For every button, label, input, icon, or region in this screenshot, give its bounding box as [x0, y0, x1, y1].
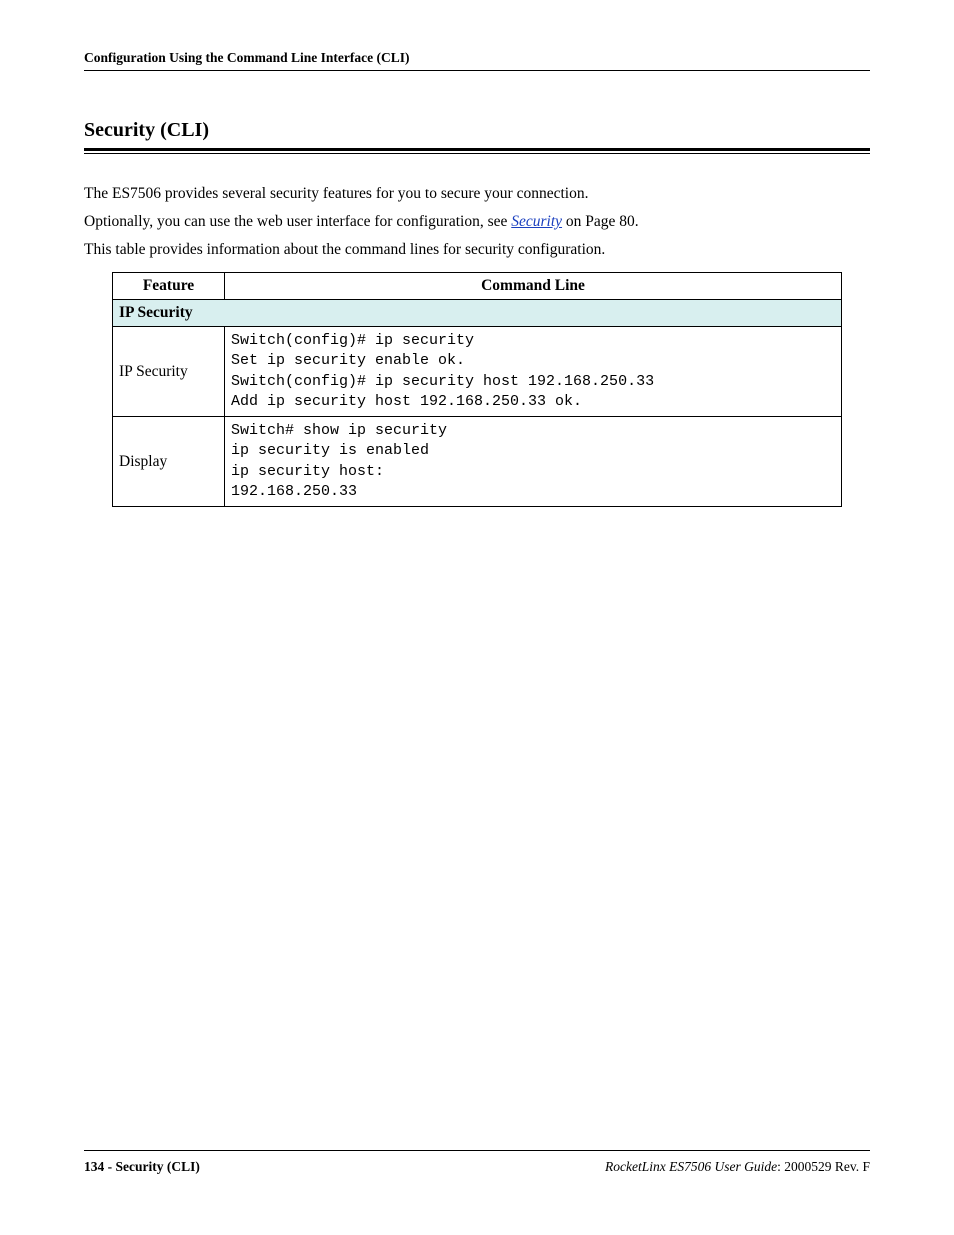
- footer-right-title: RocketLinx ES7506 User Guide: [605, 1159, 777, 1174]
- title-rule-thin: [84, 153, 870, 154]
- table-section-row: IP Security: [113, 300, 842, 327]
- section-title-block: Security (CLI): [84, 119, 870, 154]
- cell-feature: Display: [113, 417, 225, 507]
- footer-rule: [84, 1150, 870, 1151]
- table-row: Display Switch# show ip security ip secu…: [113, 417, 842, 507]
- table-header-row: Feature Command Line: [113, 273, 842, 300]
- title-rule-thick: [84, 148, 870, 151]
- running-header: Configuration Using the Command Line Int…: [84, 50, 870, 71]
- col-header-feature: Feature: [113, 273, 225, 300]
- footer-left: 134 - Security (CLI): [84, 1159, 200, 1175]
- footer-right: RocketLinx ES7506 User Guide: 2000529 Re…: [605, 1159, 870, 1175]
- page-body: Configuration Using the Command Line Int…: [84, 50, 870, 507]
- table-row: IP Security Switch(config)# ip security …: [113, 327, 842, 417]
- footer-row: 134 - Security (CLI) RocketLinx ES7506 U…: [84, 1159, 870, 1175]
- cell-command: Switch(config)# ip security Set ip secur…: [225, 327, 842, 417]
- paragraph-1: The ES7506 provides several security fea…: [84, 182, 870, 206]
- cell-feature: IP Security: [113, 327, 225, 417]
- command-table: Feature Command Line IP Security IP Secu…: [112, 272, 842, 507]
- paragraph-2: Optionally, you can use the web user int…: [84, 210, 870, 234]
- paragraph-2-post: on Page 80.: [562, 213, 639, 230]
- table-section-label: IP Security: [113, 300, 842, 327]
- cell-command: Switch# show ip security ip security is …: [225, 417, 842, 507]
- paragraph-3: This table provides information about th…: [84, 238, 870, 262]
- footer-right-rev: : 2000529 Rev. F: [777, 1159, 870, 1174]
- security-xref-link[interactable]: Security: [511, 213, 562, 230]
- section-title: Security (CLI): [84, 119, 870, 148]
- paragraph-2-pre: Optionally, you can use the web user int…: [84, 213, 511, 230]
- page-footer: 134 - Security (CLI) RocketLinx ES7506 U…: [84, 1150, 870, 1175]
- col-header-command-line: Command Line: [225, 273, 842, 300]
